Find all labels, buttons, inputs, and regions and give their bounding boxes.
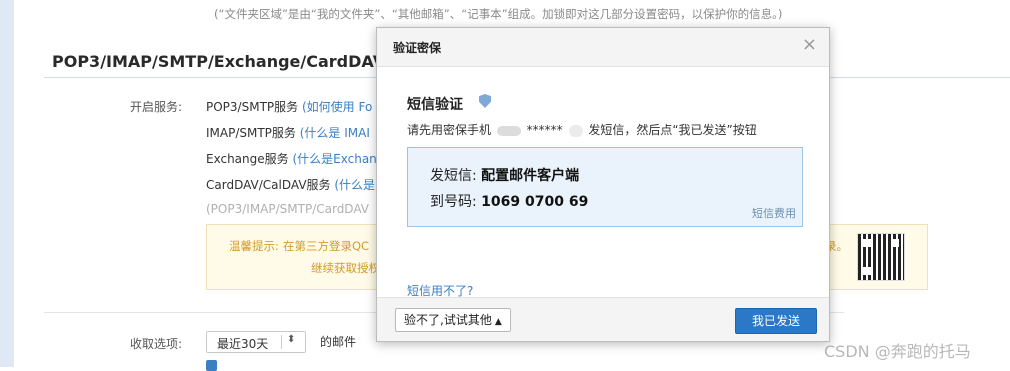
number-label: 到号码:: [430, 194, 477, 210]
instruction-masked: ******: [526, 123, 563, 137]
sms-label: 发短信:: [430, 168, 477, 184]
masked-phone-blur-end: [568, 124, 583, 137]
service-exchange: Exchange服务 (什么是Exchan: [206, 150, 377, 167]
section-title: POP3/IMAP/SMTP/Exchange/CardDAV/: [52, 52, 391, 71]
updown-arrow-icon: ⬍: [287, 334, 296, 345]
sent-button[interactable]: 我已发送: [735, 308, 817, 334]
receive-options-label: 收取选项:: [130, 337, 183, 351]
select-separator: [281, 335, 282, 349]
service-imap-name: IMAP/SMTP服务: [206, 126, 296, 140]
dialog-title: 验证密保: [393, 41, 442, 55]
watermark: CSDN @奔跑的托马: [824, 342, 971, 361]
try-other-label: 验不了,试试其他: [404, 313, 492, 327]
service-exchange-help-link[interactable]: (什么是Exchan: [292, 152, 376, 166]
dialog-header: 验证密保 ×: [377, 28, 829, 67]
shield-icon: [479, 94, 491, 108]
service-exchange-name: Exchange服务: [206, 152, 289, 166]
masked-phone-blur: [496, 125, 521, 136]
tip-label: 温馨提示:: [229, 239, 279, 253]
service-pop3: POP3/SMTP服务 (如何使用 Fo: [206, 98, 372, 115]
instruction-suffix: 发短信，然后点“我已发送”按钮: [588, 123, 757, 137]
enable-service-label: 开启服务:: [130, 100, 183, 114]
receive-period-value: 最近30天: [217, 337, 269, 351]
sms-fee-link[interactable]: 短信费用: [752, 205, 796, 221]
service-carddav-help-link[interactable]: (什么是: [334, 178, 375, 192]
option-checkbox[interactable]: [206, 360, 217, 371]
caret-up-icon: ▲: [494, 317, 502, 327]
sms-info-box: 发短信: 配置邮件客户端 到号码: 1069 0700 69 短信费用: [407, 147, 803, 227]
service-imap-help-link[interactable]: (什么是 IMAI: [300, 126, 370, 140]
receive-suffix: 的邮件: [320, 335, 357, 349]
left-sidebar-strip: [0, 0, 15, 367]
dialog-footer: 验不了,试试其他 ▲ 我已发送: [377, 297, 829, 341]
sms-content: 配置邮件客户端: [481, 168, 580, 184]
service-imap: IMAP/SMTP服务 (什么是 IMAI: [206, 124, 370, 141]
service-pop3-name: POP3/SMTP服务: [206, 100, 299, 114]
instruction-prefix: 请先用密保手机: [407, 123, 492, 137]
sms-verify-heading: 短信验证: [407, 97, 463, 113]
sms-number: 1069 0700 69: [481, 194, 589, 210]
folder-lock-notice: (“文件夹区域”是由“我的文件夹”、“其他邮箱”、“记事本”组成。加锁即对这几部…: [214, 7, 783, 21]
service-carddav: CardDAV/CalDAV服务 (什么是: [206, 176, 375, 193]
qr-code-image: [857, 233, 905, 281]
service-carddav-name: CardDAV/CalDAV服务: [206, 178, 331, 192]
sms-instruction: 请先用密保手机 ****** 发短信，然后点“我已发送”按钮: [407, 121, 757, 138]
tip-line-1: 在第三方登录QC: [283, 239, 370, 253]
sms-number-row: 到号码: 1069 0700 69: [430, 191, 588, 211]
try-other-method-button[interactable]: 验不了,试试其他 ▲: [395, 308, 511, 332]
close-icon[interactable]: ×: [802, 35, 817, 55]
service-pop3-help-link[interactable]: (如何使用 Fo: [302, 100, 372, 114]
receive-period-select[interactable]: 最近30天 ⬍: [206, 331, 306, 353]
sms-content-row: 发短信: 配置邮件客户端: [430, 165, 579, 185]
services-note: (POP3/IMAP/SMTP/CardDAV: [206, 202, 369, 216]
verify-security-dialog: 验证密保 × 短信验证 请先用密保手机 ****** 发短信，然后点“我已发送”…: [376, 27, 830, 342]
